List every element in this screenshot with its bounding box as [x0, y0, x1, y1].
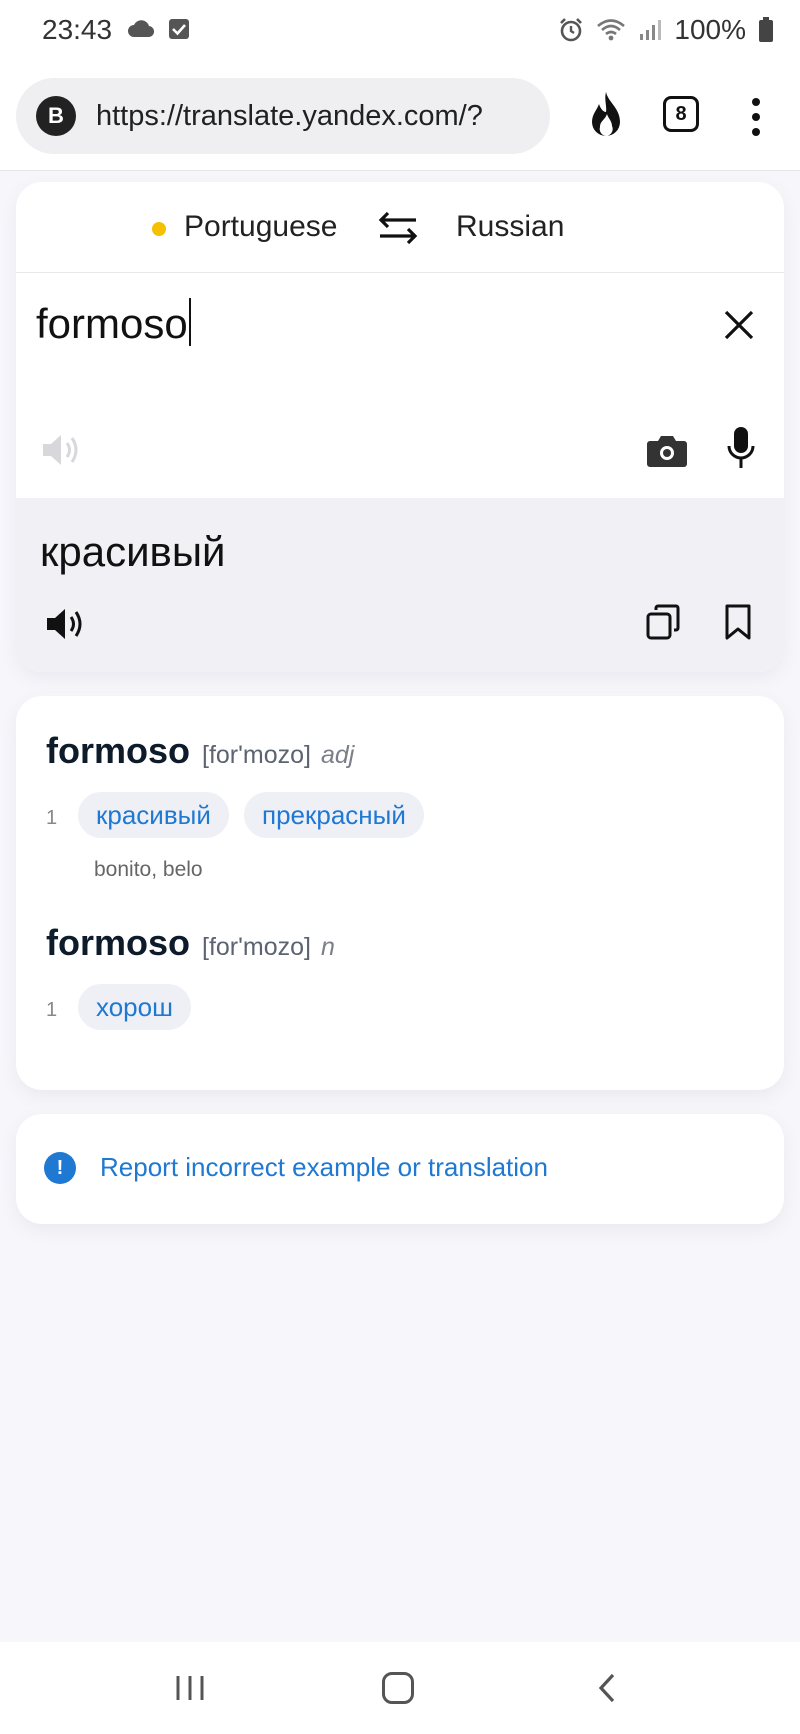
recents-icon[interactable] [174, 1674, 206, 1702]
translation-text: красивый [40, 528, 226, 575]
info-icon: ! [44, 1152, 76, 1184]
source-detected-dot [152, 222, 166, 236]
transcription: [for'mozo] [202, 741, 311, 769]
clear-icon[interactable] [722, 308, 756, 342]
system-navigation-bar [0, 1642, 800, 1734]
headword: formoso [46, 730, 190, 771]
speaker-icon[interactable] [44, 606, 86, 642]
headword: formoso [46, 922, 190, 963]
translation-chip[interactable]: красивый [78, 792, 229, 838]
translation-chip[interactable]: хорош [78, 984, 191, 1030]
speaker-disabled-icon [43, 435, 78, 465]
text-caret [188, 298, 191, 346]
checkbox-icon [169, 19, 189, 39]
translator-card: Portuguese Russian formoso красивый [16, 182, 784, 672]
wifi-icon [597, 19, 626, 41]
translation-chip[interactable]: прекрасный [244, 792, 424, 838]
source-input-area[interactable]: formoso [16, 272, 784, 498]
site-badge-icon: B [36, 96, 76, 136]
battery-icon [759, 17, 773, 42]
address-bar[interactable]: B https://translate.yandex.com/? [16, 78, 550, 154]
status-time: 23:43 [42, 14, 113, 45]
battery-percent: 100% [674, 14, 746, 45]
source-language-selector[interactable]: Portuguese [184, 210, 337, 244]
synonyms-text: bonito, belo [94, 858, 203, 881]
bookmark-icon[interactable] [724, 604, 752, 640]
home-icon[interactable] [382, 1672, 414, 1704]
cloud-icon [128, 20, 154, 38]
tabs-count-button[interactable]: 8 [663, 96, 699, 132]
fire-icon[interactable] [586, 90, 626, 140]
target-language-selector[interactable]: Russian [456, 210, 564, 244]
sense-number: 1 [46, 807, 58, 829]
status-bar: 23:43 100% [0, 0, 800, 62]
dictionary-entry-header: formoso [for'mozo] adj [46, 730, 354, 772]
back-icon[interactable] [596, 1672, 618, 1704]
signal-icon [640, 20, 662, 40]
part-of-speech: adj [320, 741, 355, 769]
source-text-value: formoso [36, 300, 188, 347]
part-of-speech: n [320, 933, 335, 961]
transcription: [for'mozo] [202, 933, 311, 961]
more-menu-icon[interactable] [748, 94, 764, 140]
copy-icon[interactable] [646, 604, 680, 640]
url-text[interactable]: https://translate.yandex.com/? [96, 100, 483, 133]
browser-toolbar: B https://translate.yandex.com/? 8 [0, 62, 800, 171]
dictionary-entry-header: formoso [for'mozo] n [46, 922, 335, 964]
report-card: ! Report incorrect example or translatio… [16, 1114, 784, 1224]
sense-number: 1 [46, 999, 58, 1021]
camera-icon[interactable] [646, 432, 688, 468]
source-text-input[interactable]: formoso [36, 298, 191, 348]
translation-output-area: красивый [16, 498, 784, 672]
alarm-icon [560, 18, 583, 42]
swap-languages-icon[interactable] [376, 210, 420, 246]
microphone-icon[interactable] [726, 426, 756, 470]
report-link[interactable]: Report incorrect example or translation [100, 1152, 548, 1183]
dictionary-card: formoso [for'mozo] adj 1 красивый прекрасн… [16, 696, 784, 1090]
language-bar: Portuguese Russian [16, 182, 784, 273]
